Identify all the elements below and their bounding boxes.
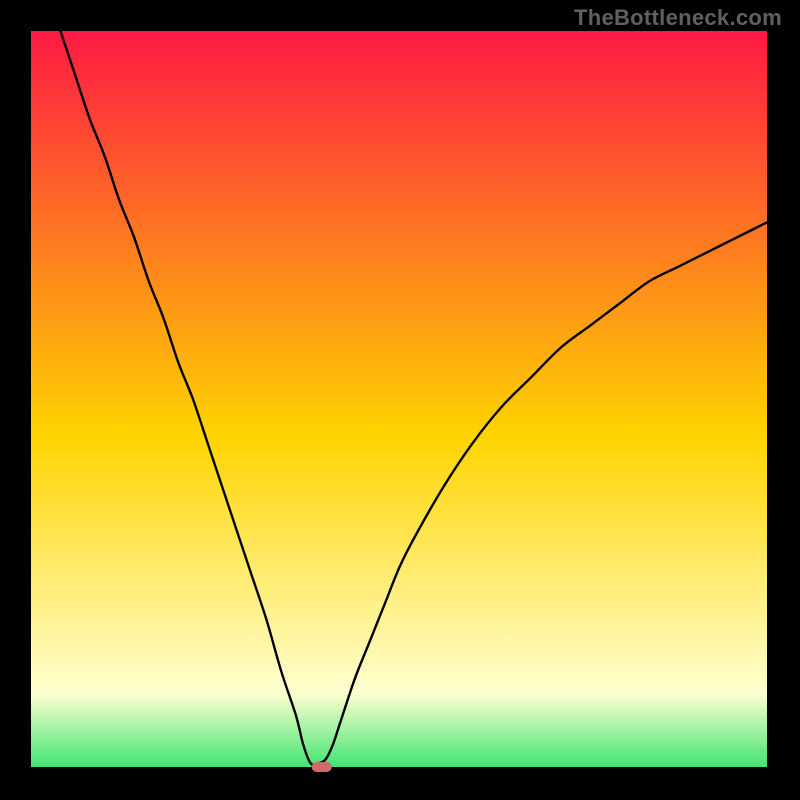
watermark: TheBottleneck.com	[574, 5, 782, 31]
bottleneck-chart	[0, 0, 800, 800]
plot-background	[31, 31, 767, 767]
optimum-marker	[312, 762, 332, 772]
